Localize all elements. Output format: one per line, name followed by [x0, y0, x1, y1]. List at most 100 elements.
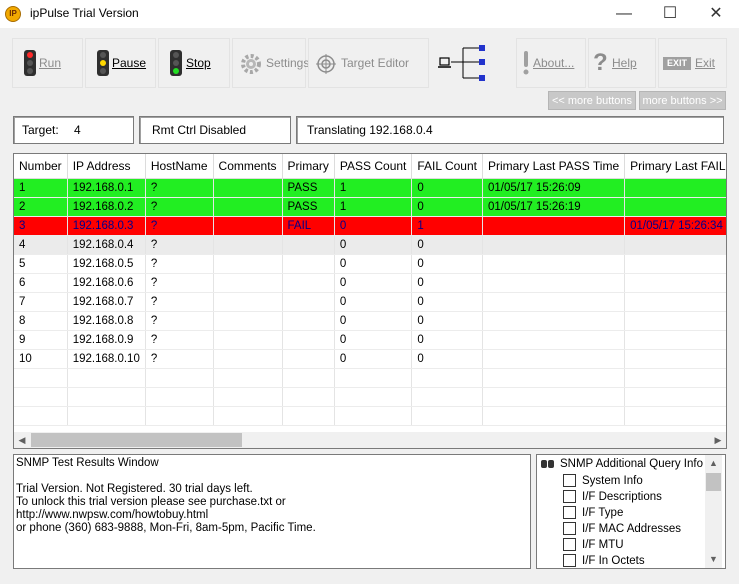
remote-control-status: Rmt Ctrl Disabled	[139, 116, 291, 144]
column-header[interactable]: FAIL Count	[411, 154, 483, 179]
table-cell	[482, 311, 626, 331]
window-title: ipPulse Trial Version	[30, 6, 139, 20]
checkbox[interactable]	[563, 506, 576, 519]
column-header[interactable]: Primary	[282, 154, 335, 179]
table-row[interactable]: 8 192.168.0.8? 0 0	[14, 311, 726, 331]
query-vertical-scrollbar[interactable]: ▲ ▼	[705, 455, 722, 568]
target-editor-label: Target Editor	[341, 56, 410, 70]
table-cell	[213, 178, 283, 198]
table-row[interactable]: 6 192.168.0.6? 0 0	[14, 273, 726, 293]
targets-grid[interactable]: Number IP Address HostName Comments Primary P…	[13, 153, 727, 449]
about-label: About...	[533, 56, 575, 70]
pause-button[interactable]: Pause	[85, 38, 156, 88]
table-cell: 9	[14, 330, 68, 350]
traffic-light-yellow-icon	[92, 50, 114, 78]
table-cell: 1	[334, 197, 413, 217]
run-button[interactable]: Run	[12, 38, 83, 88]
table-cell	[482, 406, 626, 426]
query-item-label: I/F Type	[582, 507, 624, 519]
checkbox[interactable]	[563, 522, 576, 535]
settings-button[interactable]: Settings	[232, 38, 310, 88]
minimize-button[interactable]: —	[601, 0, 647, 28]
traffic-light-green-icon	[165, 50, 187, 78]
gear-icon	[239, 50, 261, 78]
grid-horizontal-scrollbar[interactable]: ◀ ▶	[14, 432, 726, 448]
maximize-button[interactable]: ☐	[647, 0, 693, 28]
table-cell	[482, 273, 626, 293]
column-header[interactable]: Number	[14, 154, 68, 179]
scrollbar-thumb[interactable]	[706, 473, 721, 491]
table-cell: ?	[145, 273, 214, 293]
table-cell: 0	[334, 273, 413, 293]
settings-label: Settings	[266, 56, 310, 70]
query-item-system-info[interactable]: System Info	[563, 474, 643, 487]
table-cell: ?	[145, 311, 214, 331]
query-item-if-mtu[interactable]: I/F MTU	[563, 538, 624, 551]
snmp-results-window[interactable]: SNMP Test Results Window Trial Version. …	[13, 454, 531, 569]
table-cell	[282, 387, 335, 407]
target-editor-button[interactable]: Target Editor	[308, 38, 429, 88]
table-row[interactable]: 4 192.168.0.4? 0 0	[14, 235, 726, 255]
table-cell	[482, 254, 626, 274]
checkbox[interactable]	[563, 538, 576, 551]
exit-button[interactable]: EXIT Exit	[658, 38, 727, 88]
query-item-if-in-octets[interactable]: I/F In Octets	[563, 554, 645, 567]
query-item-if-mac-addresses[interactable]: I/F MAC Addresses	[563, 522, 681, 535]
column-header[interactable]: Comments	[213, 154, 283, 179]
column-header[interactable]: Primary Last FAIL Time	[624, 154, 726, 179]
scroll-left-icon[interactable]: ◀	[14, 432, 30, 448]
column-header[interactable]: IP Address	[67, 154, 146, 179]
help-button[interactable]: ? Help	[588, 38, 656, 88]
table-cell: 0	[411, 292, 483, 312]
table-cell: 0	[334, 349, 413, 369]
table-row[interactable]	[14, 406, 726, 426]
column-header[interactable]: HostName	[145, 154, 214, 179]
exit-label: Exit	[695, 56, 716, 70]
table-cell	[14, 387, 68, 407]
table-cell	[334, 387, 413, 407]
table-cell: 01/05/17 15:26:34	[624, 216, 726, 236]
table-cell	[14, 368, 68, 388]
close-button[interactable]: ✕	[693, 0, 739, 28]
table-cell: 0	[334, 235, 413, 255]
checkbox[interactable]	[563, 490, 576, 503]
table-cell	[213, 311, 283, 331]
scroll-up-icon[interactable]: ▲	[705, 455, 722, 472]
table-row[interactable]: 10 192.168.0.10? 0 0	[14, 349, 726, 369]
table-row[interactable]: 7 192.168.0.7? 0 0	[14, 292, 726, 312]
table-cell	[67, 387, 146, 407]
table-row[interactable]	[14, 368, 726, 388]
checkbox[interactable]	[563, 474, 576, 487]
more-buttons-left-button[interactable]: << more buttons	[548, 91, 636, 110]
table-cell: PASS	[282, 178, 335, 198]
scrollbar-thumb[interactable]	[31, 433, 242, 447]
table-cell: 0	[334, 292, 413, 312]
table-row[interactable]: 9 192.168.0.9? 0 0	[14, 330, 726, 350]
table-cell	[213, 330, 283, 350]
table-cell: 192.168.0.3	[67, 216, 146, 236]
stop-button[interactable]: Stop	[158, 38, 230, 88]
query-item-if-type[interactable]: I/F Type	[563, 506, 623, 519]
scroll-right-icon[interactable]: ▶	[710, 432, 726, 448]
table-cell: 0	[411, 178, 483, 198]
column-header[interactable]: PASS Count	[334, 154, 413, 179]
checkbox[interactable]	[563, 554, 576, 567]
table-row[interactable]	[14, 387, 726, 407]
scroll-down-icon[interactable]: ▼	[705, 551, 722, 568]
table-row[interactable]: 1 192.168.0.1? PASS 1 0 01/05/17 15:26:09	[14, 178, 726, 198]
exit-sign-icon: EXIT	[663, 57, 691, 70]
about-button[interactable]: About...	[516, 38, 586, 88]
table-row[interactable]: 5 192.168.0.5? 0 0	[14, 254, 726, 274]
table-cell	[213, 216, 283, 236]
table-row[interactable]: 3 192.168.0.3? FAIL 0 1 01/05/17 15:26:34	[14, 216, 726, 236]
table-cell	[282, 311, 335, 331]
more-buttons-right-button[interactable]: more buttons >>	[639, 91, 726, 110]
table-cell	[67, 368, 146, 388]
network-tree-icon[interactable]	[437, 40, 489, 86]
query-item-if-descriptions[interactable]: I/F Descriptions	[563, 490, 662, 503]
table-cell: 192.168.0.2	[67, 197, 146, 217]
table-cell: 0	[334, 216, 413, 236]
column-header[interactable]: Primary Last PASS Time	[482, 154, 626, 179]
table-row[interactable]: 2 192.168.0.2? PASS 1 0 01/05/17 15:26:19	[14, 197, 726, 217]
table-cell	[624, 235, 726, 255]
